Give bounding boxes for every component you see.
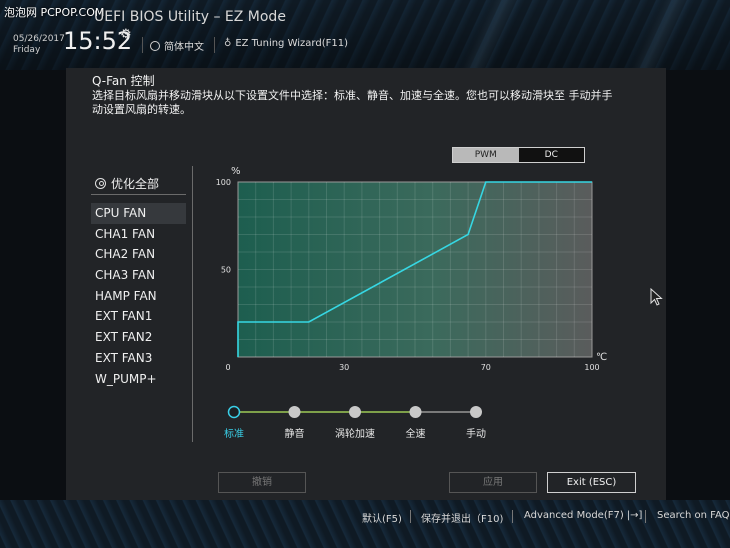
exit-arrow-icon: |→] xyxy=(626,510,643,521)
footer-bar: 默认(F5) 保存并退出（F10) Advanced Mode(F7) |→] S… xyxy=(0,506,730,526)
profile-label[interactable]: 标准 xyxy=(224,428,244,440)
header-light-streak xyxy=(430,0,550,70)
fan-list-item[interactable]: EXT FAN3 xyxy=(91,348,186,369)
search-faq-button[interactable]: Search on FAQ xyxy=(657,510,730,521)
x-tick-label: 100 xyxy=(584,363,599,372)
dialog-title: Q-Fan 控制 xyxy=(92,74,155,88)
language-label: 简体中文 xyxy=(164,42,204,53)
language-selector[interactable]: 简体中文 xyxy=(150,38,204,53)
gear-icon[interactable]: ⚙ xyxy=(120,27,132,42)
undo-button[interactable]: 撤销 xyxy=(218,472,306,493)
x-tick-label: 30 xyxy=(339,363,349,372)
fan-optimize-icon xyxy=(95,178,106,189)
watermark: 泡泡网 PCPOP.COM xyxy=(4,6,105,19)
y-axis-label: % xyxy=(231,166,241,177)
slider-track-fill xyxy=(234,411,416,413)
footer-divider xyxy=(512,510,513,523)
footer-divider xyxy=(410,510,411,523)
mouse-cursor-icon xyxy=(650,288,663,306)
fan-list-item[interactable]: CPU FAN xyxy=(91,203,186,224)
profile-node[interactable] xyxy=(349,406,361,418)
save-exit-button[interactable]: 保存并退出（F10) xyxy=(421,510,503,525)
apply-button[interactable]: 应用 xyxy=(449,472,537,493)
header-light-streak xyxy=(600,0,720,70)
advanced-mode-label: Advanced Mode(F7) xyxy=(524,510,624,521)
fan-list-item[interactable]: W_PUMP+ xyxy=(91,369,186,390)
divider xyxy=(91,194,186,195)
fan-list-item[interactable]: EXT FAN1 xyxy=(91,306,186,327)
dialog-description: 选择目标风扇并移动滑块从以下设置文件中选择：标准、静音、加速与全速。您也可以移动… xyxy=(92,89,613,116)
header-divider xyxy=(142,37,143,53)
fan-list-item[interactable]: CHA1 FAN xyxy=(91,224,186,245)
date-text: 05/26/2017 xyxy=(13,34,65,44)
profile-label[interactable]: 全速 xyxy=(406,427,426,440)
y-tick-label: 50 xyxy=(221,266,231,275)
wizard-label: EZ Tuning Wizard(F11) xyxy=(235,38,348,49)
advanced-mode-button[interactable]: Advanced Mode(F7) |→] xyxy=(524,510,642,521)
fan-list-item[interactable]: CHA2 FAN xyxy=(91,244,186,265)
grid xyxy=(238,182,592,357)
lightbulb-icon: ♁ xyxy=(224,38,232,49)
fan-list-item[interactable]: CHA3 FAN xyxy=(91,265,186,286)
profile-node[interactable] xyxy=(409,406,422,418)
x-axis-label: ℃ xyxy=(596,352,607,363)
globe-icon xyxy=(150,40,160,51)
day-text: Friday xyxy=(13,45,41,55)
profile-label[interactable]: 静音 xyxy=(285,427,305,440)
x-tick-label: 70 xyxy=(481,363,491,372)
profile-node[interactable] xyxy=(470,406,482,418)
fan-list-item[interactable]: HAMP FAN xyxy=(91,286,186,307)
profile-label[interactable]: 手动 xyxy=(466,427,486,440)
profile-slider[interactable]: 标准 静音 涡轮加速 全速 手动 xyxy=(210,400,510,446)
header-divider xyxy=(214,37,215,53)
profile-node[interactable] xyxy=(288,406,301,418)
fan-list: CPU FAN CHA1 FAN CHA2 FAN CHA3 FAN HAMP FAN E… xyxy=(91,203,186,389)
vertical-divider xyxy=(192,166,193,442)
fan-list-item[interactable]: EXT FAN2 xyxy=(91,327,186,348)
optimize-all-label: 优化全部 xyxy=(111,177,160,191)
optimize-all-button[interactable]: 优化全部 xyxy=(95,175,159,192)
profile-node[interactable] xyxy=(227,405,241,419)
bios-title: UEFI BIOS Utility – EZ Mode xyxy=(94,9,286,25)
footer-divider xyxy=(645,510,646,523)
x-tick-label: 0 xyxy=(225,363,230,372)
date-display: 05/26/2017 Friday xyxy=(13,34,65,56)
ez-tuning-wizard-button[interactable]: ♁ EZ Tuning Wizard(F11) xyxy=(224,38,348,49)
y-tick-label: 100 xyxy=(216,178,231,187)
default-button[interactable]: 默认(F5) xyxy=(362,510,402,525)
profile-label[interactable]: 涡轮加速 xyxy=(335,427,375,440)
exit-button[interactable]: Exit (ESC) xyxy=(547,472,636,493)
